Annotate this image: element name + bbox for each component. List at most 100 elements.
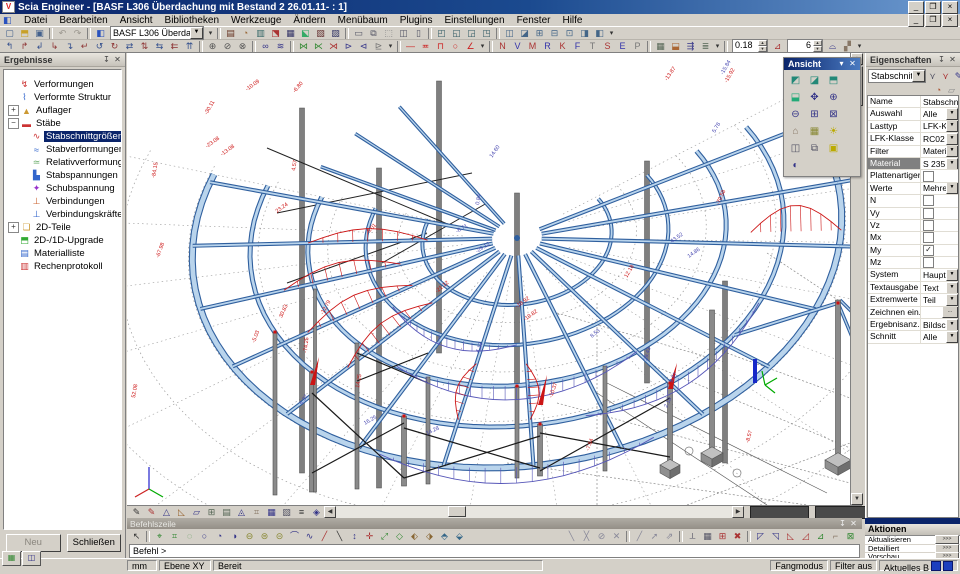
trim-icon[interactable]: ⊕: [205, 40, 220, 52]
property-row-my[interactable]: My✓: [868, 245, 958, 257]
dropdown-arrow-icon[interactable]: ▼: [946, 108, 958, 119]
property-row-plattenartiger-[interactable]: Plattenartiger...: [868, 170, 958, 182]
menu-bearbeiten[interactable]: Bearbeiten: [53, 14, 113, 27]
half-snap-icon[interactable]: ◑: [227, 530, 242, 542]
property-row-vz[interactable]: Vz: [868, 220, 958, 232]
angle-snap-icon[interactable]: ⊿: [770, 40, 785, 52]
rotate-member-icon[interactable]: ↱: [17, 40, 32, 52]
load-tool-icon[interactable]: ⋊: [326, 40, 341, 52]
hatch-settings-icon[interactable]: ▞: [840, 40, 855, 52]
snap-diag-icon[interactable]: ╱: [632, 530, 647, 542]
scroll-right-icon[interactable]: ▶: [732, 506, 744, 518]
window-tile-icon[interactable]: ◫: [502, 27, 517, 39]
mesh-view-icon[interactable]: ▦: [653, 40, 668, 52]
tree-item-rechenprotokoll[interactable]: ▥Rechenprotokoll: [4, 260, 121, 273]
curve-tool-icon[interactable]: ∞: [258, 40, 273, 52]
quadrant-snap-icon[interactable]: ◔: [212, 530, 227, 542]
redo-icon[interactable]: ↷: [70, 27, 85, 39]
align-member-icon[interactable]: ↻: [107, 40, 122, 52]
line-result-icon[interactable]: —: [403, 40, 418, 52]
view-palette[interactable]: Ansicht ▾ ✕ ◩◪⬒⬓✥⊕⊖⊞⊠⌂▦☀◫⧉▣◐: [783, 57, 861, 177]
property-row-lasttyp[interactable]: LasttypLFK-Klasse▼: [868, 121, 958, 133]
corner-ne-icon[interactable]: ◹: [768, 530, 783, 542]
layers-icon[interactable]: ▧: [313, 27, 328, 39]
new-button[interactable]: Neu: [6, 534, 61, 552]
expand-icon[interactable]: +: [8, 105, 19, 116]
moment-tool-icon[interactable]: ⊳: [341, 40, 356, 52]
ucs-tool-icon[interactable]: ✥: [805, 89, 824, 106]
property-checkbox[interactable]: [923, 171, 934, 182]
wired-view-icon[interactable]: ✎: [129, 506, 144, 518]
tree-item-schubspannung[interactable]: ✦Schubspannung: [4, 182, 121, 195]
corner-se-icon[interactable]: ◿: [798, 530, 813, 542]
toolbar-more-arrow[interactable]: ▾: [607, 29, 616, 37]
snap-cross-icon[interactable]: ╳: [579, 530, 594, 542]
solver-icon[interactable]: ◳: [479, 27, 494, 39]
ortho-mode-icon[interactable]: ⌐: [828, 530, 843, 542]
minus-snap-icon[interactable]: ⊖: [242, 530, 257, 542]
export-picture-icon[interactable]: ⬚: [381, 27, 396, 39]
dropdown-arrow-icon[interactable]: ▼: [946, 121, 958, 132]
result-e-icon[interactable]: E: [615, 40, 630, 52]
grid-view-icon[interactable]: ⊞: [204, 506, 219, 518]
dropdown-arrow-icon[interactable]: ▼: [946, 294, 958, 305]
result-m-icon[interactable]: M: [525, 40, 540, 52]
section-result-icon[interactable]: ⊓: [433, 40, 448, 52]
undo-icon[interactable]: ↶: [55, 27, 70, 39]
hatch-view-icon[interactable]: ▧: [279, 506, 294, 518]
zoom-selection-icon[interactable]: ⌂: [786, 123, 805, 140]
property-set-combobox[interactable]: Stabschnittgrö ▼: [868, 69, 926, 83]
raster-view-icon[interactable]: ⌗: [249, 506, 264, 518]
menu-ansicht[interactable]: Ansicht: [114, 14, 159, 27]
mdi-close-button[interactable]: ×: [942, 14, 958, 27]
menu-plugins[interactable]: Plugins: [394, 14, 439, 27]
light-toggle-icon[interactable]: ☀: [824, 123, 843, 140]
property-row-auswahl[interactable]: AuswahlAlle▼: [868, 108, 958, 120]
rendered-view-icon[interactable]: ✎: [144, 506, 159, 518]
point-snap-icon[interactable]: ⌖: [152, 530, 167, 542]
solid-view-icon[interactable]: ◺: [174, 506, 189, 518]
view-top-icon[interactable]: ⬒: [824, 72, 843, 89]
expand-icon[interactable]: +: [8, 222, 19, 233]
box-snap-icon[interactable]: ⊠: [843, 530, 858, 542]
clipboard-icon[interactable]: ⬔: [268, 27, 283, 39]
snap-arrow-icon[interactable]: ⇗: [662, 530, 677, 542]
view-params-icon[interactable]: ◫: [786, 140, 805, 157]
reverse-member-icon[interactable]: ↺: [92, 40, 107, 52]
property-row-werte[interactable]: WerteMehrere Ko▼: [868, 183, 958, 195]
window-left-icon[interactable]: ◨: [577, 27, 592, 39]
close-project-icon[interactable]: ◧: [93, 27, 108, 39]
result-s-icon[interactable]: S: [600, 40, 615, 52]
volume-view-icon[interactable]: ◬: [234, 506, 249, 518]
table-icon[interactable]: ▦: [283, 27, 298, 39]
equal-result-icon[interactable]: ≖: [418, 40, 433, 52]
layout-icon[interactable]: ▨: [328, 27, 343, 39]
menu-hilfe[interactable]: Hilfe: [556, 14, 588, 27]
model-viewport[interactable]: -10.09-23.08-13.08-6.804.5723.24-84.15-3…: [127, 53, 862, 518]
dropdown-arrow-icon[interactable]: ▼: [946, 133, 958, 144]
view-new-icon[interactable]: ▣: [824, 140, 843, 157]
menu-werkzeuge[interactable]: Werkzeuge: [225, 14, 287, 27]
copy-attributes-icon[interactable]: ▤: [223, 27, 238, 39]
mesh-icon[interactable]: ◲: [464, 27, 479, 39]
property-row-textausgabe[interactable]: TextausgabeText▼: [868, 282, 958, 294]
fillet-icon[interactable]: ⊗: [235, 40, 250, 52]
property-row-vy[interactable]: Vy: [868, 208, 958, 220]
gallery-icon[interactable]: ◔: [238, 27, 253, 39]
result-t-icon[interactable]: T: [585, 40, 600, 52]
tree-item-auflager[interactable]: +▲Auflager: [4, 104, 121, 117]
mesh-view-icon[interactable]: ▦: [264, 506, 279, 518]
property-row-schnitt[interactable]: SchnittAlle▼: [868, 331, 958, 343]
restore-button[interactable]: ❐: [925, 1, 941, 14]
window-right-icon[interactable]: ◧: [592, 27, 607, 39]
menu-men-baum[interactable]: Menübaum: [332, 14, 394, 27]
tree-item-materialliste[interactable]: ▤Materialliste: [4, 247, 121, 260]
property-row-mx[interactable]: Mx: [868, 232, 958, 244]
dropdown-arrow-icon[interactable]: ▼: [946, 319, 958, 330]
select-cursor-icon[interactable]: ↖: [129, 530, 144, 542]
circle-result-icon[interactable]: ○: [448, 40, 463, 52]
window-tab[interactable]: ◫: [22, 551, 41, 566]
tree-item-verbindungen[interactable]: ⊥Verbindungen: [4, 195, 121, 208]
pin-icon[interactable]: ↧: [101, 55, 112, 65]
render-mode-icon[interactable]: ◐: [786, 157, 805, 174]
